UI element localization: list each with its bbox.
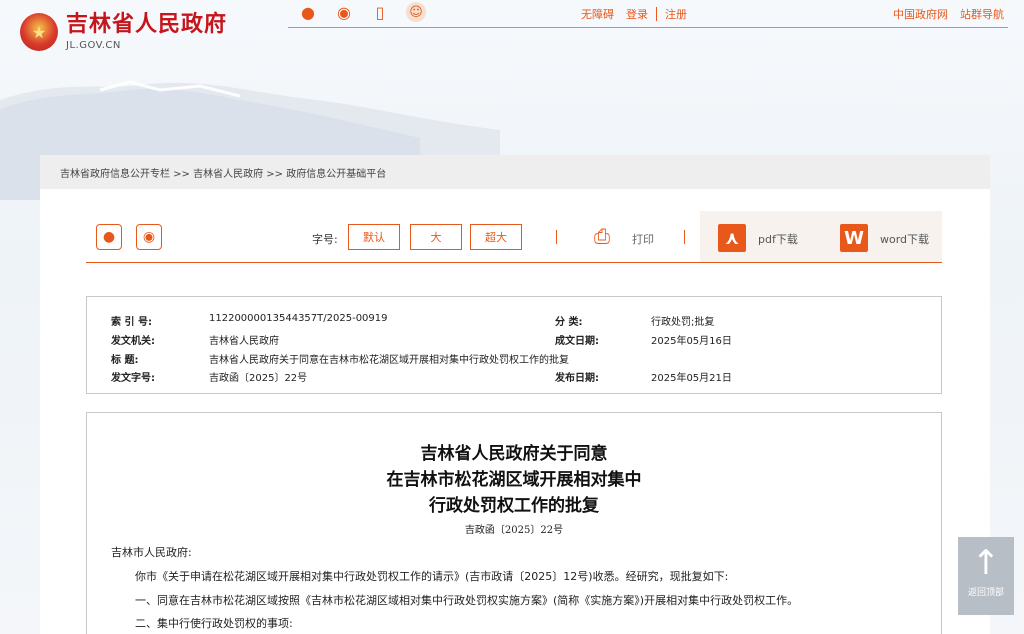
document-number: 吉政函〔2025〕22号: [464, 525, 564, 536]
document-title-line: 吉林省人民政府关于同意: [420, 444, 608, 464]
date-written-label: 成文日期:: [555, 336, 599, 347]
word-download-button[interactable]: word下载: [880, 231, 929, 247]
issuer-value: 吉林省人民政府: [209, 336, 279, 347]
divider: [656, 7, 657, 21]
font-size-label: 字号:: [312, 233, 338, 246]
share-wechat-icon[interactable]: ●: [96, 224, 122, 250]
back-to-top-label: 返回顶部: [967, 588, 1004, 598]
printer-icon[interactable]: ⎙: [594, 225, 618, 247]
article-toolbar: ● ◉ 字号: 默认 大 超大 ⎙ 打印 ⋏ pdf下载 W word下载: [86, 211, 942, 263]
divider: [556, 230, 557, 244]
back-to-top-button[interactable]: ↑ 返回顶部: [958, 537, 1014, 615]
content-panel: ● ◉ 字号: 默认 大 超大 ⎙ 打印 ⋏ pdf下载 W word下载 索 …: [40, 189, 990, 634]
document-body: 吉林省人民政府关于同意 在吉林市松花湖区域开展相对集中 行政处罚权工作的批复 吉…: [86, 412, 942, 634]
top-links: 无障碍 登录 注册: [575, 6, 693, 22]
download-area: ⋏ pdf下载 W word下载: [700, 211, 942, 262]
index-no-label: 索 引 号:: [111, 317, 152, 328]
font-xlarge-button[interactable]: 超大: [470, 224, 522, 250]
salutation: 吉林市人民政府:: [111, 546, 192, 559]
site-logo[interactable]: ★ 吉林省人民政府 JL.GOV.CN: [20, 13, 227, 51]
site-domain: JL.GOV.CN: [66, 40, 121, 51]
breadcrumb[interactable]: 吉林省政府信息公开专栏 >> 吉林省人民政府 >> 政府信息公开基础平台: [40, 155, 990, 189]
word-icon[interactable]: W: [840, 224, 868, 252]
doc-no-label: 发文字号:: [111, 373, 155, 384]
category-value: 行政处罚;批复: [651, 317, 715, 328]
top-bar: ● ◉ ▯ ☺ 无障碍 登录 注册 中国政府网 站群导航: [288, 0, 1008, 28]
site-group-nav-link[interactable]: 站群导航: [960, 6, 1004, 22]
wechat-icon[interactable]: ●: [298, 2, 318, 22]
title-label: 标 题:: [111, 355, 139, 366]
divider: [684, 230, 685, 244]
print-button[interactable]: 打印: [632, 231, 654, 247]
title-value: 吉林省人民政府关于同意在吉林市松花湖区域开展相对集中行政处罚权工作的批复: [209, 355, 569, 366]
doc-no-value: 吉政函〔2025〕22号: [209, 373, 308, 384]
publish-date-value: 2025年05月21日: [651, 373, 732, 384]
pdf-download-button[interactable]: pdf下载: [758, 231, 798, 247]
index-no-value: 11220000013544357T/2025-00919: [209, 313, 388, 324]
font-large-button[interactable]: 大: [410, 224, 462, 250]
site-title: 吉林省人民政府: [66, 12, 228, 37]
publish-date-label: 发布日期:: [555, 373, 599, 384]
register-link[interactable]: 注册: [659, 6, 693, 22]
document-metadata: 索 引 号: 11220000013544357T/2025-00919 分 类…: [86, 296, 942, 394]
mascot-icon[interactable]: ☺: [406, 2, 426, 22]
accessibility-link[interactable]: 无障碍: [575, 6, 620, 22]
share-weibo-icon[interactable]: ◉: [136, 224, 162, 250]
login-link[interactable]: 登录: [620, 6, 654, 22]
china-gov-link[interactable]: 中国政府网: [893, 6, 948, 22]
pdf-icon[interactable]: ⋏: [718, 224, 746, 252]
font-default-button[interactable]: 默认: [348, 224, 400, 250]
paragraph: 二、集中行使行政处罚权的事项:: [135, 617, 293, 630]
arrow-up-icon: ↑: [971, 543, 1001, 583]
category-label: 分 类:: [555, 317, 583, 328]
weibo-icon[interactable]: ◉: [334, 2, 354, 22]
right-links: 中国政府网 站群导航: [893, 6, 1004, 22]
document-title-line: 在吉林市松花湖区域开展相对集中: [386, 470, 642, 490]
issuer-label: 发文机关:: [111, 336, 155, 347]
paragraph: 一、同意在吉林市松花湖区域按照《吉林市松花湖区域相对集中行政处罚权实施方案》(简…: [135, 594, 799, 607]
date-written-value: 2025年05月16日: [651, 336, 732, 347]
national-emblem-icon: ★: [20, 13, 58, 51]
document-title-line: 行政处罚权工作的批复: [429, 496, 599, 516]
mobile-icon[interactable]: ▯: [370, 2, 390, 22]
social-links: ● ◉ ▯ ☺: [298, 2, 426, 22]
paragraph: 你市《关于申请在松花湖区域开展相对集中行政处罚权工作的请示》(吉市政请〔2025…: [135, 570, 729, 583]
